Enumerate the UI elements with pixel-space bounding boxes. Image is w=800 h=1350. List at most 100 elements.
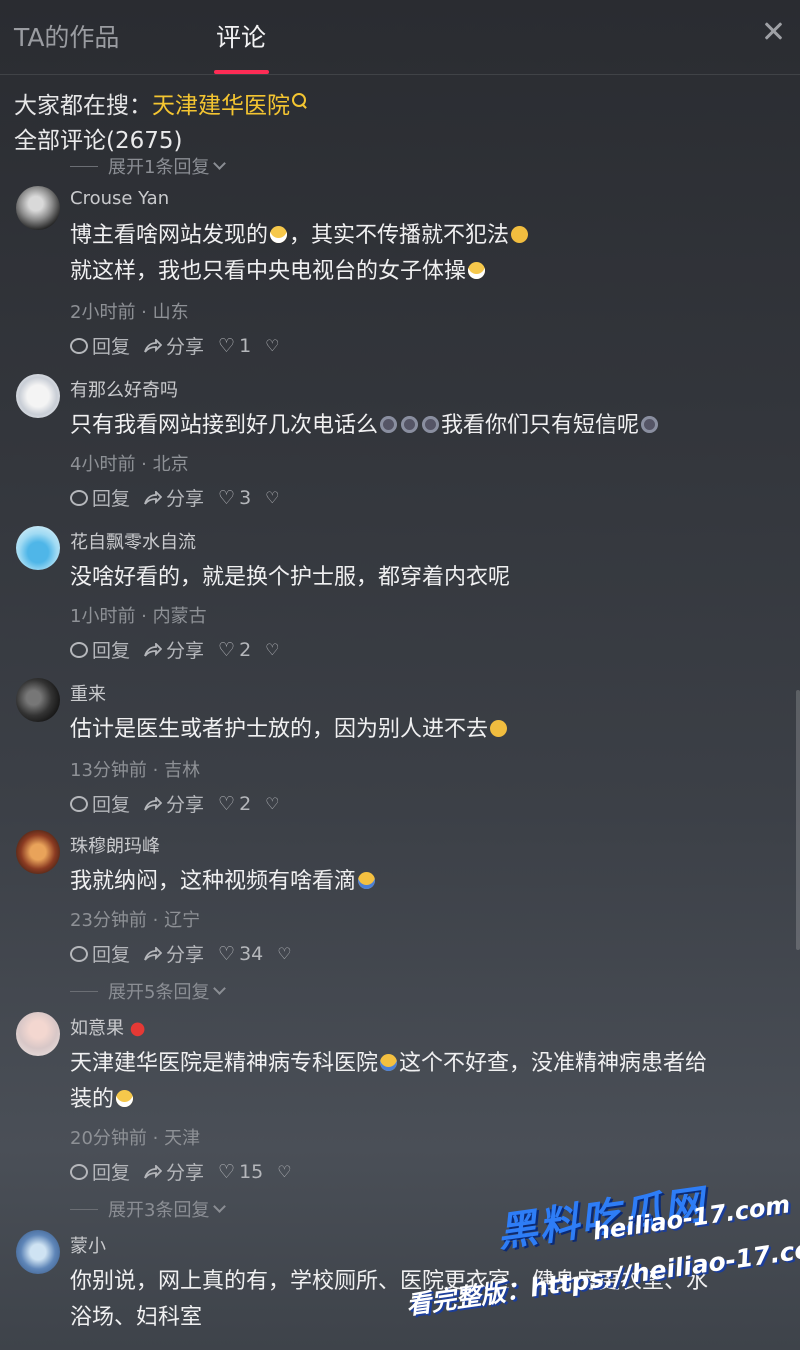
comment-author[interactable]: 蒙小: [70, 1232, 106, 1258]
reply-label: 回复: [92, 1162, 131, 1184]
expand-replies-button[interactable]: 展开5条回复: [70, 978, 227, 1004]
share-button[interactable]: 分享: [144, 484, 204, 511]
reply-button[interactable]: 回复: [70, 636, 130, 663]
comment-author[interactable]: 花自飘零水自流: [70, 528, 196, 554]
comment-meta: 4小时前 · 北京: [70, 454, 189, 475]
comment-text-part: 我看你们只有短信呢: [441, 413, 640, 438]
avatar[interactable]: [16, 1012, 60, 1056]
like-button[interactable]: ♡ 1: [218, 335, 251, 357]
reply-label: 回复: [92, 794, 131, 816]
broken-heart-icon: ♡: [277, 1162, 292, 1181]
heart-icon: ♡: [218, 792, 236, 815]
share-icon: [144, 1164, 163, 1179]
share-icon: [144, 796, 163, 811]
like-count: 15: [239, 1160, 264, 1183]
comment-actions: 回复 分享 ♡ 3 ♡: [70, 484, 294, 511]
share-label: 分享: [166, 640, 205, 662]
reply-button[interactable]: 回复: [70, 940, 130, 967]
share-button[interactable]: 分享: [144, 790, 204, 817]
like-count: 34: [239, 942, 264, 965]
comment-text: 你别说，网上真的有，学校厕所、医院更衣室、健身房更衣室、水 浴场、妇科室: [70, 1264, 782, 1336]
expand-label: 展开3条回复: [108, 1200, 210, 1221]
avatar[interactable]: [16, 830, 60, 874]
avatar[interactable]: [16, 1230, 60, 1274]
comment-author[interactable]: 重来: [70, 680, 106, 706]
dislike-button[interactable]: ♡: [265, 794, 279, 813]
share-button[interactable]: 分享: [144, 332, 204, 359]
comment-text: 只有我看网站接到好几次电话么 我看你们只有短信呢: [70, 408, 782, 444]
active-tab-indicator: [214, 70, 269, 74]
share-icon: [144, 338, 163, 353]
tab-works[interactable]: TA的作品: [14, 18, 119, 54]
comment-text-part: 装的: [70, 1087, 115, 1112]
share-label: 分享: [166, 336, 205, 358]
reply-button[interactable]: 回复: [70, 790, 130, 817]
grin-emoji-icon: [270, 225, 288, 243]
reply-button[interactable]: 回复: [70, 1158, 130, 1185]
dislike-button[interactable]: ♡: [277, 1162, 291, 1181]
tab-bar: TA的作品 评论: [0, 0, 800, 75]
like-button[interactable]: ♡ 15: [218, 1161, 263, 1183]
reply-button[interactable]: 回复: [70, 484, 130, 511]
share-label: 分享: [166, 1162, 205, 1184]
comment-meta: 20分钟前 · 天津: [70, 1128, 201, 1149]
dislike-button[interactable]: ♡: [265, 640, 279, 659]
reply-label: 回复: [92, 640, 131, 662]
comment-text-part: 浴场、妇科室: [70, 1305, 203, 1330]
avatar[interactable]: [16, 374, 60, 418]
reply-icon: [70, 795, 88, 812]
reply-label: 回复: [92, 336, 131, 358]
search-icon[interactable]: [292, 93, 306, 107]
laugh-emoji-icon: [380, 1053, 398, 1071]
divider-line: [70, 1208, 98, 1210]
comment-text: 估计是医生或者护士放的，因为别人进不去: [70, 712, 782, 748]
chevron-down-icon: [213, 156, 227, 170]
dislike-button[interactable]: ♡: [265, 488, 279, 507]
share-icon: [144, 490, 163, 505]
avatar[interactable]: [16, 678, 60, 722]
sad-emoji-icon: [401, 415, 419, 433]
reply-icon: [70, 1163, 88, 1180]
avatar[interactable]: [16, 526, 60, 570]
trending-search-link[interactable]: 天津建华医院: [152, 93, 290, 119]
dislike-button[interactable]: ♡: [265, 336, 279, 355]
avatar[interactable]: [16, 186, 60, 230]
reply-button[interactable]: 回复: [70, 332, 130, 359]
comment-text-part: ，其实不传播就不犯法: [289, 223, 510, 248]
comment-actions: 回复 分享 ♡ 34 ♡: [70, 940, 306, 967]
reply-label: 回复: [92, 488, 131, 510]
comment-text-part: 天津建华医院是精神病专科医院: [70, 1051, 379, 1076]
comment-text: 博主看啥网站发现的 ，其实不传播就不犯法 就这样，我也只看中央电视台的女子体操: [70, 218, 782, 290]
like-button[interactable]: ♡ 2: [218, 793, 251, 815]
grin-emoji-icon: [116, 1089, 134, 1107]
close-icon[interactable]: [762, 20, 784, 42]
broken-heart-icon: ♡: [277, 944, 292, 963]
like-button[interactable]: ♡ 3: [218, 487, 251, 509]
dislike-button[interactable]: ♡: [277, 944, 291, 963]
comment-actions: 回复 分享 ♡ 2 ♡: [70, 790, 294, 817]
comment-text-part: 估计是医生或者护士放的，因为别人进不去: [70, 717, 489, 742]
comment-actions: 回复 分享 ♡ 1 ♡: [70, 332, 294, 359]
scrollbar[interactable]: [796, 690, 800, 950]
comment-author[interactable]: Crouse Yan: [70, 188, 169, 209]
expand-replies-button[interactable]: 展开3条回复: [70, 1196, 227, 1222]
broken-heart-icon: ♡: [265, 336, 280, 355]
expand-replies-button[interactable]: 展开1条回复: [70, 153, 227, 179]
comment-author[interactable]: 有那么好奇吗: [70, 376, 178, 402]
thinking-emoji-icon: [490, 719, 508, 737]
like-button[interactable]: ♡ 2: [218, 639, 251, 661]
reply-icon: [70, 641, 88, 658]
comment-author[interactable]: 如意果 ●: [70, 1014, 145, 1040]
share-button[interactable]: 分享: [144, 1158, 204, 1185]
reply-icon: [70, 337, 88, 354]
expand-label: 展开5条回复: [108, 982, 210, 1003]
apple-emoji-icon: ●: [129, 1018, 146, 1039]
like-button[interactable]: ♡ 34: [218, 943, 263, 965]
like-count: 3: [239, 486, 252, 509]
comment-author[interactable]: 珠穆朗玛峰: [70, 832, 160, 858]
share-button[interactable]: 分享: [144, 940, 204, 967]
tab-comments[interactable]: 评论: [216, 18, 266, 54]
share-button[interactable]: 分享: [144, 636, 204, 663]
chevron-down-icon: [213, 981, 227, 995]
comment-meta: 13分钟前 · 吉林: [70, 760, 201, 781]
